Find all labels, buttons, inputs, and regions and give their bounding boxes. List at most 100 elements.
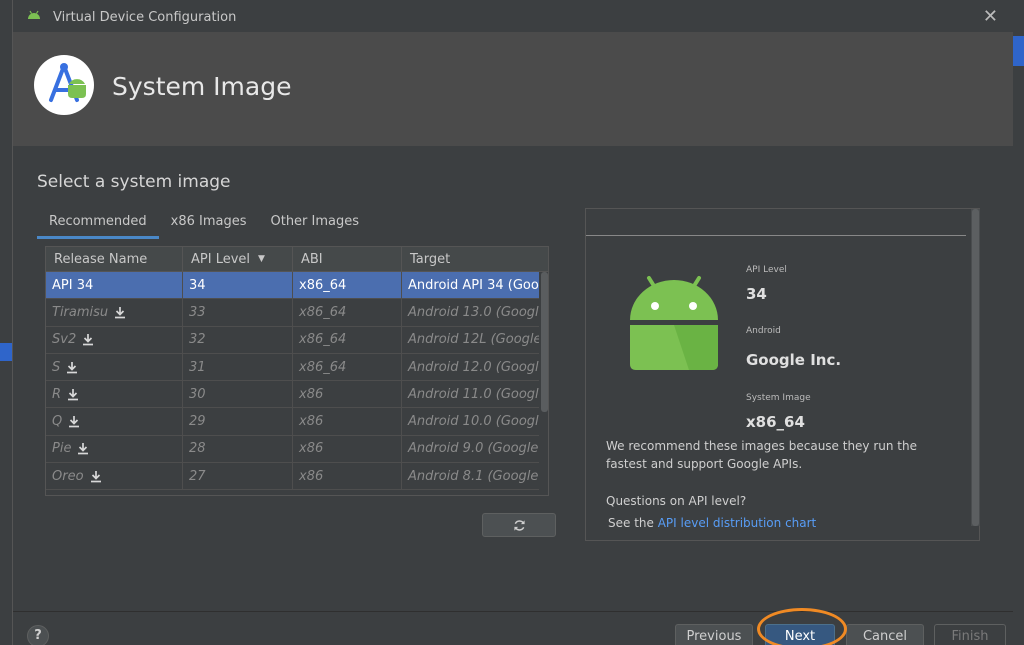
download-icon[interactable] xyxy=(90,470,102,483)
abi-cell-text: x86_64 xyxy=(299,304,347,320)
tab-recommended[interactable]: Recommended xyxy=(37,211,159,239)
download-icon[interactable] xyxy=(82,333,94,346)
vendor-value: Google Inc. xyxy=(746,351,842,369)
release-name-cell: R xyxy=(46,381,183,408)
release-name-cell: Sv2 xyxy=(46,326,183,353)
close-icon[interactable]: ✕ xyxy=(983,6,998,27)
api-level-cell-text: 27 xyxy=(189,468,206,484)
table-body: API 34 34 x86_64 Android API 34 (Google API… xyxy=(46,272,548,491)
column-label: Target xyxy=(410,251,451,267)
table-row[interactable]: Q 29 x86 Android 10.0 (Google APIs) xyxy=(46,408,548,436)
column-label: Release Name xyxy=(54,251,148,267)
see-chart-text: See the API level distribution chart xyxy=(608,516,816,530)
table-header: Release Name API Level ▼ ABI Target xyxy=(46,247,548,272)
api-level-cell-text: 33 xyxy=(189,304,206,320)
abi-cell-text: x86_64 xyxy=(299,277,347,293)
api-level-cell: 29 xyxy=(183,408,293,435)
abi-cell: x86 xyxy=(293,463,402,490)
target-cell: Android 12L (Google APIs) xyxy=(402,327,539,353)
column-api-level[interactable]: API Level ▼ xyxy=(183,247,293,271)
target-cell-text: Android 11.0 (Google APIs) xyxy=(408,386,539,402)
android-label: Android xyxy=(746,326,781,336)
abi-cell: x86_64 xyxy=(293,272,402,299)
target-cell-text: Android 12L (Google APIs) xyxy=(408,332,539,348)
target-cell: Android API 34 (Google APIs) xyxy=(402,272,539,298)
next-button[interactable]: Next xyxy=(765,624,835,645)
abi-cell-text: x86 xyxy=(299,386,324,402)
table-row[interactable]: Oreo 27 x86 Android 8.1 (Google APIs) xyxy=(46,463,548,491)
table-row[interactable]: Sv2 32 x86_64 Android 12L (Google APIs) xyxy=(46,326,548,354)
column-abi[interactable]: ABI xyxy=(293,247,402,271)
tab-other-images[interactable]: Other Images xyxy=(258,211,371,239)
download-icon[interactable] xyxy=(67,388,79,401)
image-tabs: Recommended x86 Images Other Images xyxy=(37,211,371,239)
system-image-label: System Image xyxy=(746,393,811,403)
target-cell-text: Android 8.1 (Google APIs) xyxy=(408,468,539,484)
release-name-cell-text: Pie xyxy=(52,441,72,457)
api-level-cell: 27 xyxy=(183,463,293,490)
previous-button[interactable]: Previous xyxy=(675,624,753,645)
table-row[interactable]: Pie 28 x86 Android 9.0 (Google APIs) xyxy=(46,435,548,464)
system-image-table: Release Name API Level ▼ ABI Target API 3… xyxy=(45,246,549,496)
table-row[interactable]: S 31 x86_64 Android 12.0 (Google APIs) xyxy=(46,353,548,382)
table-row[interactable]: Tiramisu 33 x86_64 Android 13.0 (Google API… xyxy=(46,299,548,327)
finish-button: Finish xyxy=(934,624,1006,645)
download-icon[interactable] xyxy=(68,415,80,428)
api-level-cell-text: 30 xyxy=(189,386,206,402)
target-cell: Android 12.0 (Google APIs) xyxy=(402,354,539,380)
api-question-text: Questions on API level? xyxy=(606,494,747,508)
target-cell: Android 9.0 (Google APIs) xyxy=(402,436,539,462)
abi-cell: x86 xyxy=(293,408,402,435)
download-icon[interactable] xyxy=(114,306,126,319)
release-name-cell-text: R xyxy=(52,386,62,402)
abi-cell-text: x86 xyxy=(299,468,324,484)
title-bar: Virtual Device Configuration ✕ xyxy=(13,0,1012,32)
api-level-cell-text: 34 xyxy=(189,277,206,293)
abi-cell: x86_64 xyxy=(293,299,402,326)
table-row[interactable]: R 30 x86 Android 11.0 (Google APIs) xyxy=(46,381,548,409)
column-target[interactable]: Target xyxy=(402,247,539,271)
page-title: System Image xyxy=(112,72,292,101)
release-name-cell-text: API 34 xyxy=(52,277,94,293)
detail-scrollbar[interactable] xyxy=(971,209,980,526)
api-level-cell: 30 xyxy=(183,381,293,408)
abi-cell: x86 xyxy=(293,381,402,408)
release-name-cell-text: Tiramisu xyxy=(52,304,109,320)
download-icon[interactable] xyxy=(77,442,89,455)
divider xyxy=(586,235,966,236)
ide-selection-bar xyxy=(0,343,12,361)
target-cell-text: Android 13.0 (Google APIs) xyxy=(408,304,539,320)
api-level-cell-text: 32 xyxy=(189,332,206,348)
tab-x86-images[interactable]: x86 Images xyxy=(159,211,259,239)
abi-cell-text: x86 xyxy=(299,414,324,430)
api-distribution-link[interactable]: API level distribution chart xyxy=(658,516,817,530)
recommendation-text: We recommend these images because they r… xyxy=(606,439,918,471)
ide-left-strip xyxy=(0,0,12,645)
abi-cell-text: x86_64 xyxy=(299,359,347,375)
android-robot-icon xyxy=(630,276,718,370)
table-scrollbar[interactable] xyxy=(539,272,548,495)
release-name-cell-text: Sv2 xyxy=(52,332,77,348)
release-name-cell: API 34 xyxy=(46,272,183,299)
target-cell: Android 10.0 (Google APIs) xyxy=(402,408,539,434)
footer-divider xyxy=(13,611,1013,612)
scrollbar-thumb[interactable] xyxy=(972,209,979,526)
abi-cell: x86_64 xyxy=(293,326,402,353)
see-prefix: See the xyxy=(608,516,658,530)
api-level-label: API Level xyxy=(746,265,787,275)
api-level-cell-text: 31 xyxy=(189,359,206,375)
abi-cell: x86 xyxy=(293,435,402,463)
window-title: Virtual Device Configuration xyxy=(53,10,237,25)
scrollbar-thumb[interactable] xyxy=(541,272,548,412)
table-row[interactable]: API 34 34 x86_64 Android API 34 (Google API… xyxy=(46,272,548,300)
column-release-name[interactable]: Release Name xyxy=(46,247,183,271)
download-icon[interactable] xyxy=(66,361,78,374)
api-level-value: 34 xyxy=(746,285,767,303)
api-level-cell: 33 xyxy=(183,299,293,326)
cancel-button[interactable]: Cancel xyxy=(846,624,924,645)
api-level-cell-text: 28 xyxy=(189,441,206,457)
help-button[interactable]: ? xyxy=(27,625,49,645)
android-head-icon xyxy=(28,10,40,19)
refresh-button[interactable] xyxy=(482,513,556,537)
target-cell: Android 13.0 (Google APIs) xyxy=(402,299,539,325)
